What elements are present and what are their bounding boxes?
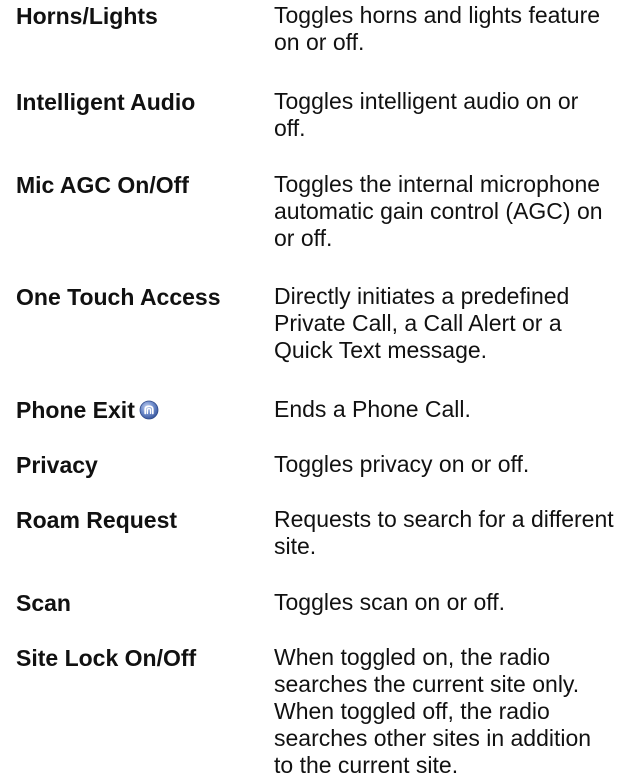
feature-description: Toggles the internal microphone automati… (274, 171, 603, 251)
feature-term: Phone Exit (16, 397, 135, 423)
feature-term: Horns/Lights (16, 3, 158, 29)
feature-term: Privacy (16, 452, 98, 478)
feature-term: Site Lock On/Off (16, 645, 197, 671)
feature-term: One Touch Access (16, 284, 221, 310)
feature-term-with-icon: Phone Exit (16, 396, 159, 424)
feature-term: Scan (16, 590, 71, 616)
feature-description: Toggles intelligent audio on or off. (274, 88, 579, 141)
feature-description: Directly initiates a predefined Private … (274, 283, 570, 363)
feature-term: Roam Request (16, 507, 178, 533)
phone-exit-icon (139, 400, 159, 420)
feature-description: Toggles scan on or off. (274, 589, 505, 615)
feature-description: Ends a Phone Call. (274, 396, 471, 422)
feature-description: Toggles horns and lights feature on or o… (274, 2, 601, 55)
feature-description: Requests to search for a different site. (274, 506, 614, 559)
feature-term: Intelligent Audio (16, 89, 196, 115)
feature-term: Mic AGC On/Off (16, 172, 189, 198)
feature-description: Toggles privacy on or off. (274, 451, 530, 477)
feature-description: When toggled on, the radio searches the … (274, 644, 592, 778)
